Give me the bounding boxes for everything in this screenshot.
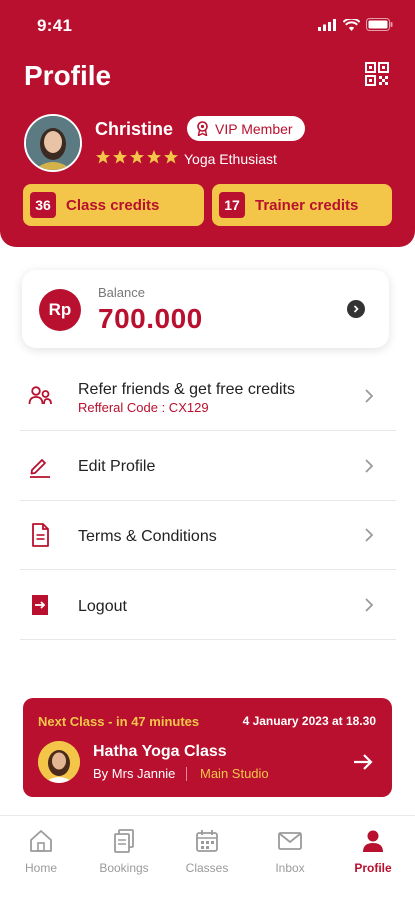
- calendar-icon: [196, 830, 218, 852]
- trainer-credits-count: 17: [219, 192, 245, 218]
- nav-inbox[interactable]: Inbox: [255, 828, 325, 875]
- referral-code: Refferal Code : CX129: [78, 400, 209, 415]
- currency-badge: Rp: [39, 289, 81, 331]
- menu-label-edit-profile: Edit Profile: [78, 458, 156, 475]
- trainer-credits-label: Trainer credits: [255, 196, 359, 214]
- menu-item-logout[interactable]: Logout: [20, 571, 396, 640]
- class-credits-button[interactable]: 36 Class credits: [23, 184, 204, 226]
- arrow-right-icon[interactable]: [352, 753, 374, 771]
- battery-icon: [366, 18, 393, 31]
- vip-badge: VIP Member: [187, 116, 305, 141]
- trainer-photo: [38, 741, 80, 783]
- class-credits-count: 36: [30, 192, 56, 218]
- avatar[interactable]: [24, 114, 82, 172]
- nav-home-label: Home: [24, 861, 57, 875]
- divider: [186, 767, 187, 781]
- star-icon: [96, 150, 110, 164]
- trainer-credits-button[interactable]: 17 Trainer credits: [212, 184, 392, 226]
- nav-profile-label: Profile: [354, 861, 392, 875]
- bookings-icon: [114, 829, 134, 853]
- next-class-heading: Next Class - in 47 minutes: [38, 714, 200, 729]
- menu-item-terms[interactable]: Terms & Conditions: [20, 501, 396, 570]
- user-name: Christine: [95, 119, 174, 139]
- star-icon: [130, 150, 144, 164]
- users-icon: [28, 386, 52, 405]
- person-icon: [363, 830, 383, 852]
- balance-chevron-icon[interactable]: [347, 300, 365, 318]
- nav-profile[interactable]: Profile: [338, 828, 408, 875]
- menu-label-refer: Refer friends & get free credits: [78, 381, 295, 398]
- star-icon: [113, 150, 127, 164]
- bottom-nav: Home Bookings Classes Inbox Profile: [0, 815, 415, 900]
- balance-label: Balance: [98, 285, 145, 300]
- vip-badge-label: VIP Member: [215, 120, 293, 137]
- chevron-right-icon: [365, 459, 374, 473]
- mail-icon: [278, 832, 302, 850]
- chevron-right-icon: [365, 528, 374, 542]
- nav-bookings-label: Bookings: [99, 861, 149, 875]
- class-credits-label: Class credits: [66, 196, 160, 214]
- next-class-date: 4 January 2023 at 18.30: [242, 714, 376, 728]
- nav-inbox-label: Inbox: [275, 861, 305, 875]
- star-icon: [164, 150, 178, 164]
- next-class-title: Hatha Yoga Class: [93, 743, 227, 760]
- nav-classes-label: Classes: [185, 861, 229, 875]
- balance-card[interactable]: Rp Balance 700.000: [22, 270, 389, 348]
- page-title: Profile: [24, 60, 112, 91]
- menu-item-edit-profile[interactable]: Edit Profile: [20, 432, 396, 501]
- user-subtitle: Yoga Ethusiast: [184, 151, 277, 167]
- star-icon: [147, 150, 161, 164]
- trainer-avatar: [38, 741, 80, 783]
- chevron-right-icon: [365, 598, 374, 612]
- nav-home[interactable]: Home: [6, 828, 76, 875]
- home-icon: [30, 830, 52, 852]
- menu-label-terms: Terms & Conditions: [78, 528, 217, 545]
- avatar-photo: [26, 116, 80, 170]
- chevron-right-icon: [365, 389, 374, 403]
- next-class-card[interactable]: Next Class - in 47 minutes 4 January 202…: [23, 698, 392, 797]
- pencil-icon: [30, 459, 50, 478]
- wifi-icon: [343, 18, 360, 31]
- profile-header: 9:41 Profile Christine VIP Member Yoga E…: [0, 0, 415, 247]
- menu-item-refer[interactable]: Refer friends & get free credits Reffera…: [20, 362, 396, 431]
- nav-bookings[interactable]: Bookings: [89, 828, 159, 875]
- award-icon: [197, 121, 208, 136]
- status-time: 9:41: [37, 16, 73, 35]
- next-class-studio: Main Studio: [200, 766, 269, 781]
- document-icon: [32, 523, 49, 547]
- balance-value: 700.000: [98, 303, 203, 334]
- next-class-trainer: By Mrs Jannie: [93, 766, 176, 781]
- qr-code-icon[interactable]: [365, 62, 389, 86]
- logout-icon: [32, 595, 48, 615]
- signal-icon: [318, 18, 336, 31]
- status-bar: 9:41: [0, 14, 415, 38]
- nav-classes[interactable]: Classes: [172, 828, 242, 875]
- menu-label-logout: Logout: [78, 598, 127, 615]
- rating-stars: [95, 149, 179, 165]
- status-icons: [318, 18, 393, 31]
